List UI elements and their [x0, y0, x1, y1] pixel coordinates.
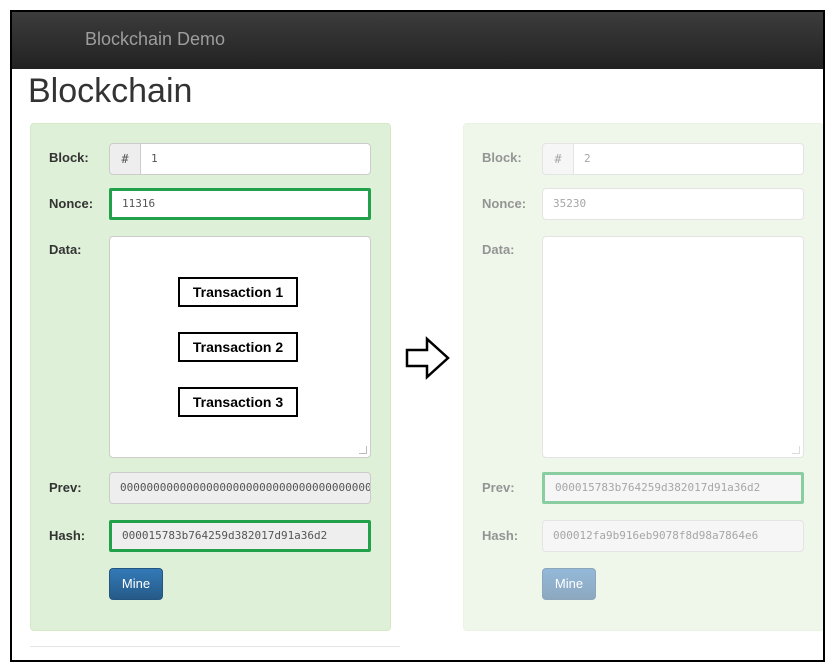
- prev-label: Prev:: [49, 480, 82, 495]
- hash-prefix-addon: #: [109, 143, 141, 175]
- hash-label: Hash:: [482, 528, 519, 543]
- transaction-box: Transaction 3: [178, 387, 298, 417]
- resize-grip-icon[interactable]: [359, 446, 367, 454]
- nonce-label: Nonce:: [49, 196, 94, 211]
- block-card-1: Block: # 1 Nonce: 11316 Data: Transactio…: [30, 123, 391, 631]
- screenshot-frame: Blockchain Demo Blockchain Block: # 1 No…: [10, 10, 825, 662]
- nonce-input[interactable]: 11316: [109, 188, 371, 220]
- hash-label: Hash:: [49, 528, 86, 543]
- block-card-2: Block: # 2 Nonce: 35230 Data: Prev: 0000…: [463, 123, 823, 631]
- hash-field: 000015783b764259d382017d91a36d2: [109, 520, 371, 552]
- right-arrow-icon: [405, 336, 450, 380]
- nonce-label: Nonce:: [482, 196, 527, 211]
- data-textarea[interactable]: [542, 236, 804, 458]
- navbar-brand[interactable]: Blockchain Demo: [85, 29, 225, 50]
- hash-prefix-addon: #: [542, 143, 574, 175]
- prev-hash-field: 0000000000000000000000000000000000000000…: [109, 472, 371, 504]
- block-label: Block:: [482, 150, 522, 165]
- block-label: Block:: [49, 150, 89, 165]
- prev-label: Prev:: [482, 480, 515, 495]
- block-number-input[interactable]: 2: [573, 143, 804, 175]
- data-label: Data:: [482, 242, 515, 257]
- transaction-box: Transaction 1: [178, 277, 298, 307]
- data-label: Data:: [49, 242, 82, 257]
- prev-hash-field: 000015783b764259d382017d91a36d2: [542, 472, 804, 504]
- resize-grip-icon[interactable]: [792, 446, 800, 454]
- block-number-input[interactable]: 1: [140, 143, 371, 175]
- mine-button[interactable]: Mine: [542, 568, 596, 600]
- hash-field: 000012fa9b916eb9078f8d98a7864e6: [542, 520, 804, 552]
- transaction-box: Transaction 2: [178, 332, 298, 362]
- navbar: Blockchain Demo: [12, 12, 823, 69]
- nonce-input[interactable]: 35230: [542, 188, 804, 220]
- divider: [30, 646, 400, 647]
- page-title: Blockchain: [28, 72, 193, 110]
- mine-button[interactable]: Mine: [109, 568, 163, 600]
- data-textarea[interactable]: Transaction 1 Transaction 2 Transaction …: [109, 236, 371, 458]
